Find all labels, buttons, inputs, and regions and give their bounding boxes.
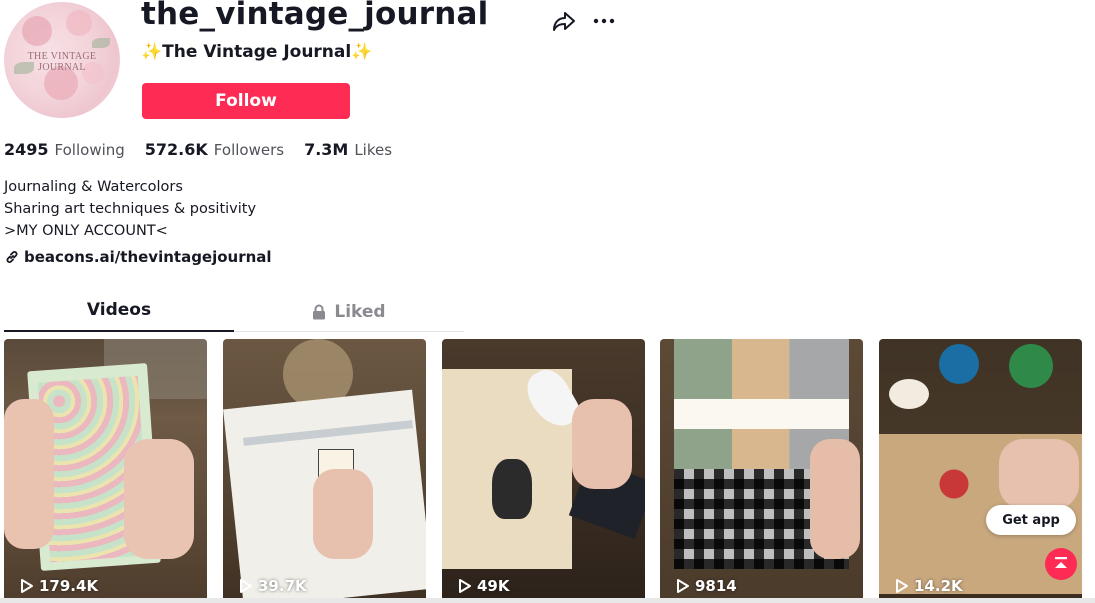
video-view-count: 39.7K — [239, 577, 307, 595]
stat-likes: 7.3M Likes — [304, 140, 392, 159]
play-icon — [240, 579, 252, 593]
play-icon — [896, 579, 908, 593]
thumbnail-hand-shape — [810, 439, 860, 559]
stat-likes-label: Likes — [354, 141, 393, 159]
video-view-count: 49K — [458, 577, 510, 595]
profile-link[interactable]: beacons.ai/thevintagejournal — [5, 248, 272, 266]
avatar-flower-decoration — [22, 16, 52, 46]
profile-tabs: Videos Liked — [4, 293, 464, 332]
play-icon — [677, 579, 689, 593]
thumbnail-skull-illustration — [492, 459, 532, 519]
video-view-count-text: 14.2K — [914, 577, 963, 595]
stat-followers-value: 572.6K — [144, 140, 208, 159]
scrollbar[interactable] — [0, 598, 1095, 603]
back-to-top-icon — [1055, 557, 1067, 568]
video-thumbnail[interactable]: 39.7K — [223, 339, 426, 603]
thumbnail-hand-shape — [572, 399, 632, 489]
stat-likes-value: 7.3M — [304, 140, 349, 159]
link-icon — [6, 251, 18, 263]
tab-liked-label: Liked — [334, 302, 386, 322]
video-view-count-text: 179.4K — [39, 577, 99, 595]
play-icon — [21, 579, 33, 593]
thumbnail-red-flower-stamp — [929, 459, 979, 509]
share-arrow-icon[interactable] — [551, 9, 577, 33]
tab-liked[interactable]: Liked — [234, 293, 464, 331]
video-thumbnail[interactable]: 9814 — [660, 339, 863, 603]
thumbnail-teapot-shape — [1009, 344, 1053, 388]
tab-videos-label: Videos — [86, 300, 152, 320]
thumbnail-flower-shape — [889, 379, 929, 409]
get-app-button[interactable]: Get app — [986, 505, 1076, 535]
avatar-flower-decoration — [66, 10, 92, 36]
bio-line: >MY ONLY ACCOUNT< — [4, 223, 168, 239]
video-grid: 179.4K 39.7K 49K 9814 14.2K — [4, 339, 1084, 603]
more-dots-icon[interactable] — [592, 11, 616, 31]
video-thumbnail[interactable]: 179.4K — [4, 339, 207, 603]
stat-following[interactable]: 2495 Following — [4, 140, 125, 159]
nickname: ✨The Vintage Journal✨ — [141, 42, 373, 62]
video-view-count: 179.4K — [20, 577, 98, 595]
video-view-count-text: 39.7K — [258, 577, 307, 595]
follow-button[interactable]: Follow — [142, 83, 350, 119]
thumbnail-hand-shape — [313, 469, 373, 559]
video-view-count-text: 9814 — [695, 577, 737, 595]
thumbnail-label-shape — [674, 399, 849, 429]
play-icon — [459, 579, 471, 593]
stat-following-label: Following — [54, 141, 125, 159]
bio-line: Sharing art techniques & positivity — [4, 201, 257, 217]
profile-stats: 2495 Following 572.6K Followers 7.3M Lik… — [4, 140, 412, 159]
username: the_vintage_journal — [141, 0, 489, 32]
video-view-count-text: 49K — [477, 577, 510, 595]
stat-following-value: 2495 — [4, 140, 49, 159]
thumbnail-hand-shape — [124, 439, 194, 559]
lock-icon — [313, 304, 326, 320]
stat-followers-label: Followers — [213, 141, 285, 159]
video-thumbnail[interactable]: 49K — [442, 339, 645, 603]
thumbnail-teapot-shape — [939, 344, 979, 384]
tab-videos[interactable]: Videos — [4, 293, 234, 332]
avatar-leaf-decoration — [92, 38, 110, 48]
avatar[interactable]: THE VINTAGE JOURNAL — [4, 2, 120, 118]
profile-link-text: beacons.ai/thevintagejournal — [24, 248, 272, 266]
thumbnail-hand-shape — [4, 399, 54, 549]
thumbnail-hand-shape — [999, 439, 1079, 509]
video-view-count: 14.2K — [895, 577, 963, 595]
bio-line: Journaling & Watercolors — [4, 179, 183, 195]
video-view-count: 9814 — [676, 577, 737, 595]
profile-bio: Journaling & Watercolors Sharing art tec… — [4, 176, 256, 242]
stat-followers[interactable]: 572.6K Followers — [145, 140, 284, 159]
back-to-top-button[interactable] — [1045, 548, 1077, 580]
avatar-logo-text: THE VINTAGE JOURNAL — [27, 51, 97, 73]
